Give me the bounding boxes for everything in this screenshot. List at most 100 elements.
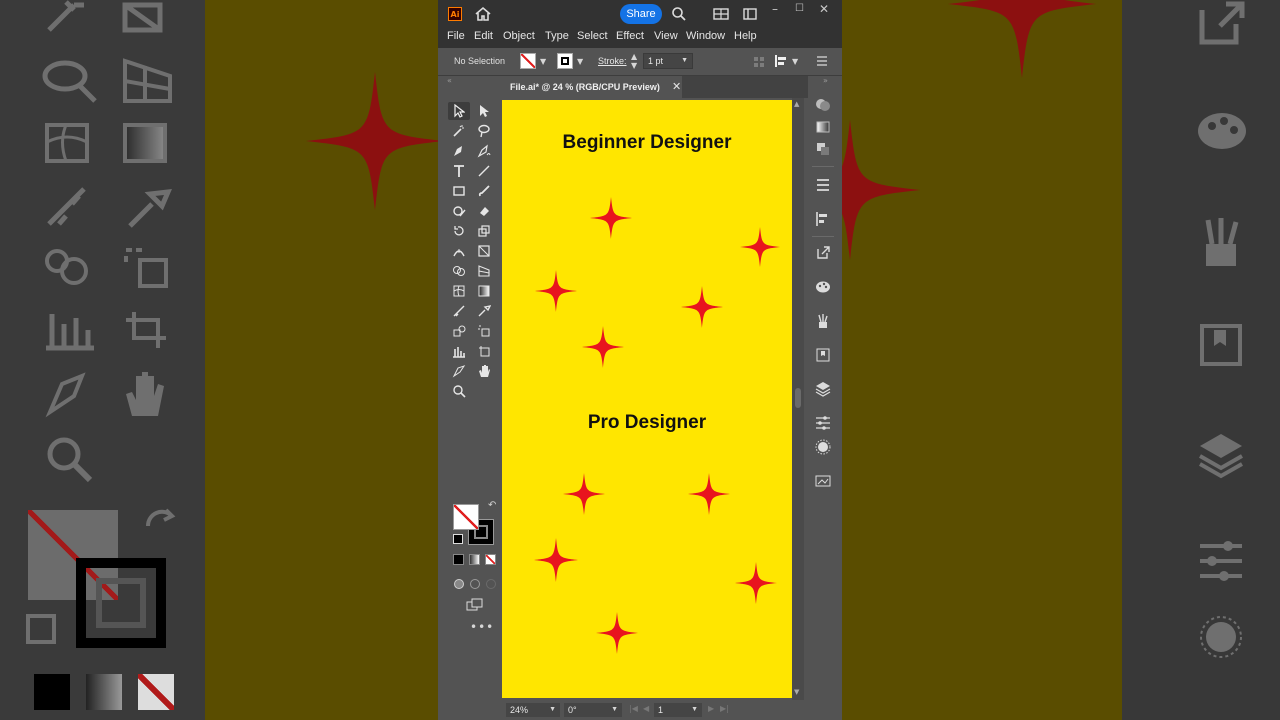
eraser-tool[interactable] — [473, 202, 495, 220]
scroll-up-icon[interactable]: ▲ — [794, 100, 799, 108]
menu-view[interactable]: View — [654, 30, 678, 42]
star-shape[interactable] — [582, 326, 624, 368]
star-shape[interactable] — [681, 286, 723, 328]
panel-collapse-icon[interactable]: » — [823, 76, 828, 85]
stroke-panel-button[interactable] — [814, 176, 832, 194]
brushes-panel-button[interactable] — [814, 312, 832, 330]
appearance-panel-button[interactable] — [814, 438, 832, 456]
star-shape[interactable] — [535, 270, 577, 312]
gradient-mode-button[interactable] — [469, 554, 480, 565]
rectangle-tool[interactable] — [448, 182, 470, 200]
first-artboard-icon[interactable]: |◀ — [629, 704, 638, 713]
rotate-view-field[interactable]: 0° ▼ — [564, 703, 622, 717]
direct-selection-tool[interactable] — [473, 102, 495, 120]
rotate-tool[interactable] — [448, 222, 470, 240]
close-window-button[interactable]: ✕ — [819, 2, 829, 16]
none-mode-button[interactable] — [485, 554, 496, 565]
rotation-dropdown-caret[interactable]: ▼ — [611, 703, 618, 717]
stroke-dropdown-caret[interactable]: ▼ — [577, 57, 583, 66]
screen-mode-icon[interactable] — [466, 598, 484, 612]
swap-fill-stroke-icon[interactable]: ↶ — [488, 500, 496, 511]
live-paint-tool[interactable] — [448, 322, 470, 340]
gradient-tool[interactable] — [473, 282, 495, 300]
control-bar-menu-icon[interactable] — [816, 56, 828, 66]
stroke-color-swatch[interactable] — [557, 53, 573, 69]
scale-tool[interactable] — [473, 222, 495, 240]
star-shape[interactable] — [735, 562, 777, 604]
scrollbar-thumb[interactable] — [795, 388, 801, 408]
close-document-icon[interactable]: ✕ — [672, 80, 681, 93]
canvas[interactable]: Beginner Designer Pro Designer — [502, 98, 792, 700]
selection-tool[interactable] — [448, 102, 470, 120]
stroke-weight-stepper[interactable]: ▲ ▼ — [631, 52, 637, 70]
home-icon[interactable] — [474, 6, 492, 22]
heading-beginner-designer[interactable]: Beginner Designer — [502, 132, 792, 154]
color-panel-button[interactable] — [814, 96, 832, 114]
free-transform-tool[interactable] — [473, 242, 495, 260]
pen-tool[interactable] — [448, 142, 470, 160]
type-tool[interactable] — [448, 162, 470, 180]
star-shape[interactable] — [740, 227, 780, 267]
image-trace-panel-button[interactable] — [814, 472, 832, 490]
workspace-icon[interactable] — [743, 8, 757, 20]
paintbrush-tool[interactable] — [473, 182, 495, 200]
gradient-panel-button[interactable] — [814, 118, 832, 136]
fill-color-swatch[interactable] — [520, 53, 536, 69]
star-shape[interactable] — [596, 612, 638, 654]
star-shape[interactable] — [590, 197, 632, 239]
toolbar-collapse-icon[interactable]: « — [447, 76, 452, 85]
width-tool[interactable] — [448, 242, 470, 260]
artboard[interactable]: Beginner Designer Pro Designer — [502, 100, 792, 698]
align-left-icon[interactable] — [774, 54, 790, 68]
edit-toolbar-button[interactable]: ••• — [470, 620, 494, 634]
lasso-tool[interactable] — [473, 122, 495, 140]
perspective-grid-tool[interactable] — [473, 262, 495, 280]
previous-artboard-icon[interactable]: ◀ — [643, 704, 649, 713]
menu-select[interactable]: Select — [577, 30, 608, 42]
properties-panel-button[interactable] — [814, 414, 832, 432]
eyedropper-tool[interactable] — [473, 302, 495, 320]
fill-swatch-large[interactable] — [453, 504, 479, 530]
document-tab[interactable]: File.ai* @ 24 % (RGB/CPU Preview) — [502, 76, 682, 98]
blend-tool[interactable] — [448, 302, 470, 320]
vertical-scrollbar[interactable]: ▲ ▼ — [792, 98, 804, 700]
draw-inside-icon[interactable] — [485, 578, 497, 590]
minimize-button[interactable]: – — [772, 2, 778, 16]
zoom-dropdown-caret[interactable]: ▼ — [549, 703, 556, 717]
export-panel-button[interactable] — [814, 244, 832, 262]
slice-tool[interactable] — [448, 362, 470, 380]
star-shape[interactable] — [688, 473, 730, 515]
stroke-weight-input[interactable]: 1 pt ▼ — [643, 53, 693, 69]
scroll-down-icon[interactable]: ▼ — [794, 688, 799, 696]
curvature-tool[interactable] — [473, 142, 495, 160]
menu-edit[interactable]: Edit — [474, 30, 493, 42]
shaper-tool[interactable] — [448, 202, 470, 220]
maximize-button[interactable]: ☐ — [795, 3, 804, 14]
menu-file[interactable]: File — [447, 30, 465, 42]
column-graph-tool[interactable] — [448, 342, 470, 360]
align-dropdown-caret[interactable]: ▼ — [792, 57, 798, 66]
align-panel-button[interactable] — [814, 210, 832, 228]
mesh-tool[interactable] — [448, 282, 470, 300]
star-shape[interactable] — [534, 538, 578, 582]
menu-window[interactable]: Window — [686, 30, 725, 42]
last-artboard-icon[interactable]: ▶| — [720, 704, 729, 713]
stroke-label[interactable]: Stroke: — [598, 56, 627, 66]
draw-behind-icon[interactable] — [469, 578, 481, 590]
star-shape[interactable] — [563, 473, 605, 515]
magic-wand-tool[interactable] — [448, 122, 470, 140]
draw-normal-icon[interactable] — [453, 578, 465, 590]
libraries-panel-button[interactable] — [814, 346, 832, 364]
next-artboard-icon[interactable]: ▶ — [708, 704, 714, 713]
transparency-panel-button[interactable] — [814, 140, 832, 158]
menu-effect[interactable]: Effect — [616, 30, 644, 42]
stroke-weight-caret[interactable]: ▼ — [681, 54, 688, 68]
default-fill-stroke-icon[interactable] — [453, 534, 463, 544]
hand-tool[interactable] — [473, 362, 495, 380]
line-segment-tool[interactable] — [473, 162, 495, 180]
zoom-level-field[interactable]: 24% ▼ — [506, 703, 560, 717]
layers-panel-button[interactable] — [814, 380, 832, 398]
arrange-documents-icon[interactable] — [713, 8, 729, 20]
artboard-navigation-field[interactable]: 1 ▼ — [654, 703, 702, 717]
align-to-icon[interactable] — [753, 56, 765, 68]
